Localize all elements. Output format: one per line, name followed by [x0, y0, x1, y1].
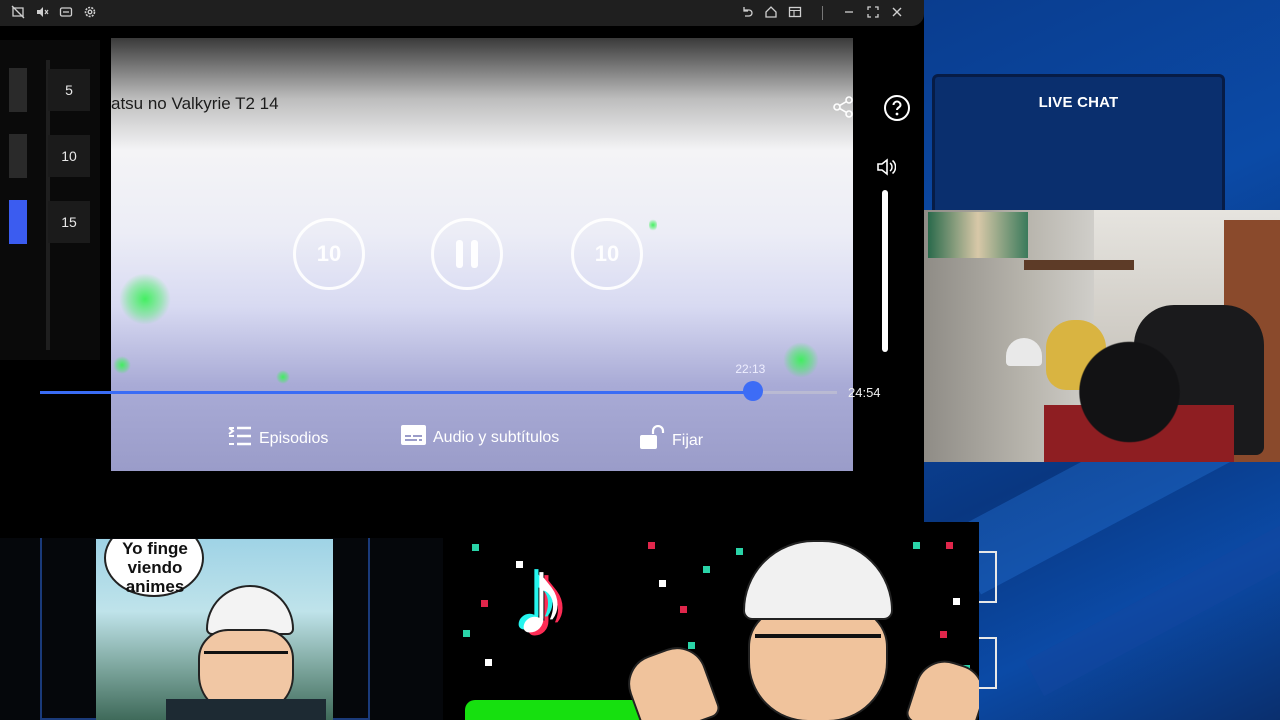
confetti-dot — [485, 659, 492, 666]
hard-hat-icon — [743, 540, 893, 620]
webcam-helmet — [1006, 338, 1042, 366]
webcam-person — [1044, 340, 1234, 462]
tiktok-overlay: ♪ — [443, 522, 979, 720]
tiktok-logo-icon: ♪ — [513, 535, 568, 658]
window-titlebar — [0, 0, 924, 26]
overlay-bracket — [979, 637, 997, 689]
titlebar-divider — [822, 6, 823, 20]
live-chat-panel: LIVE CHAT — [932, 74, 1225, 214]
unlock-icon — [639, 424, 665, 456]
episodes-list-icon — [228, 425, 252, 452]
confetti-dot — [736, 548, 743, 555]
confetti-dot — [472, 544, 479, 551]
comic-overlay: Yo finge viendo animes — [96, 539, 333, 720]
share-icon[interactable] — [832, 96, 854, 123]
subtitles-icon — [401, 425, 426, 450]
side-item-5[interactable]: 5 — [48, 69, 90, 111]
episodes-button[interactable]: Episodios — [228, 425, 328, 452]
cartoon-body — [166, 699, 326, 720]
stream-canvas: LIVE CHAT 5 10 15 atsu no Valkyrie T2 14… — [0, 0, 1280, 720]
mute-mic-icon[interactable] — [10, 5, 26, 21]
lock-button[interactable]: Fijar — [639, 424, 704, 456]
live-chat-title: LIVE CHAT — [1038, 94, 1119, 111]
glasses-icon — [204, 651, 288, 673]
captions-icon[interactable] — [58, 5, 74, 21]
green-glow — [783, 342, 819, 378]
gear-icon[interactable] — [82, 5, 98, 21]
speaker-icon[interactable] — [876, 157, 897, 182]
confetti-dot — [648, 542, 655, 549]
confetti-dot — [481, 600, 488, 607]
confetti-dot — [703, 566, 710, 573]
confetti-dot — [463, 630, 470, 637]
side-bar-marker — [9, 68, 27, 112]
webcam-feed — [924, 210, 1280, 462]
glasses-icon — [755, 634, 881, 664]
overlay-bracket — [979, 551, 997, 603]
confetti-dot — [953, 598, 960, 605]
webcam-shelf — [1024, 260, 1134, 270]
confetti-dot — [940, 631, 947, 638]
close-icon[interactable] — [889, 5, 905, 21]
volume-slider[interactable] — [882, 190, 888, 352]
help-icon[interactable] — [883, 94, 911, 127]
episodes-label: Episodios — [259, 429, 329, 447]
waving-hand-icon — [903, 652, 979, 720]
hard-hat-icon — [206, 585, 294, 635]
current-time: 22:13 — [735, 362, 766, 376]
side-bar-marker — [9, 134, 27, 178]
confetti-dot — [680, 606, 687, 613]
side-bar-marker-active — [9, 200, 27, 244]
video-title: atsu no Valkyrie T2 14 — [111, 94, 279, 113]
pause-icon — [471, 240, 478, 268]
audio-subtitles-button[interactable]: Audio y subtítulos — [401, 425, 559, 450]
confetti-dot — [946, 542, 953, 549]
seek-bar[interactable] — [40, 391, 837, 394]
green-glow — [649, 218, 657, 232]
skip-back-label: 10 — [316, 241, 342, 266]
green-banner — [465, 700, 655, 720]
minimize-icon[interactable] — [841, 5, 857, 21]
side-item-10[interactable]: 10 — [48, 135, 90, 177]
waving-hand-icon — [619, 638, 723, 720]
side-item-15[interactable]: 15 — [48, 201, 90, 243]
player-window: 5 10 15 atsu no Valkyrie T2 14 10 10 22:… — [0, 0, 924, 538]
confetti-dot — [688, 642, 695, 649]
skip-forward-button[interactable]: 10 — [571, 218, 643, 290]
home-icon[interactable] — [763, 5, 779, 21]
pause-icon — [456, 240, 463, 268]
seek-bar-progress — [40, 391, 754, 394]
undo-icon[interactable] — [739, 5, 755, 21]
confetti-dot — [659, 580, 666, 587]
green-glow — [113, 356, 131, 374]
skip-back-button[interactable]: 10 — [293, 218, 365, 290]
green-glow — [119, 273, 171, 325]
lock-label: Fijar — [672, 431, 704, 449]
volume-icon[interactable] — [34, 5, 50, 21]
pause-button[interactable] — [431, 218, 503, 290]
skip-forward-label: 10 — [594, 241, 620, 266]
total-time: 24:54 — [848, 385, 881, 400]
fullscreen-icon[interactable] — [865, 5, 881, 21]
confetti-dot — [913, 542, 920, 549]
window-layout-icon[interactable] — [787, 5, 803, 21]
green-glow — [276, 370, 290, 384]
audio-subtitles-label: Audio y subtítulos — [433, 428, 560, 446]
speech-bubble-text: Yo finge viendo animes — [122, 539, 188, 596]
webcam-poster — [928, 212, 1028, 258]
